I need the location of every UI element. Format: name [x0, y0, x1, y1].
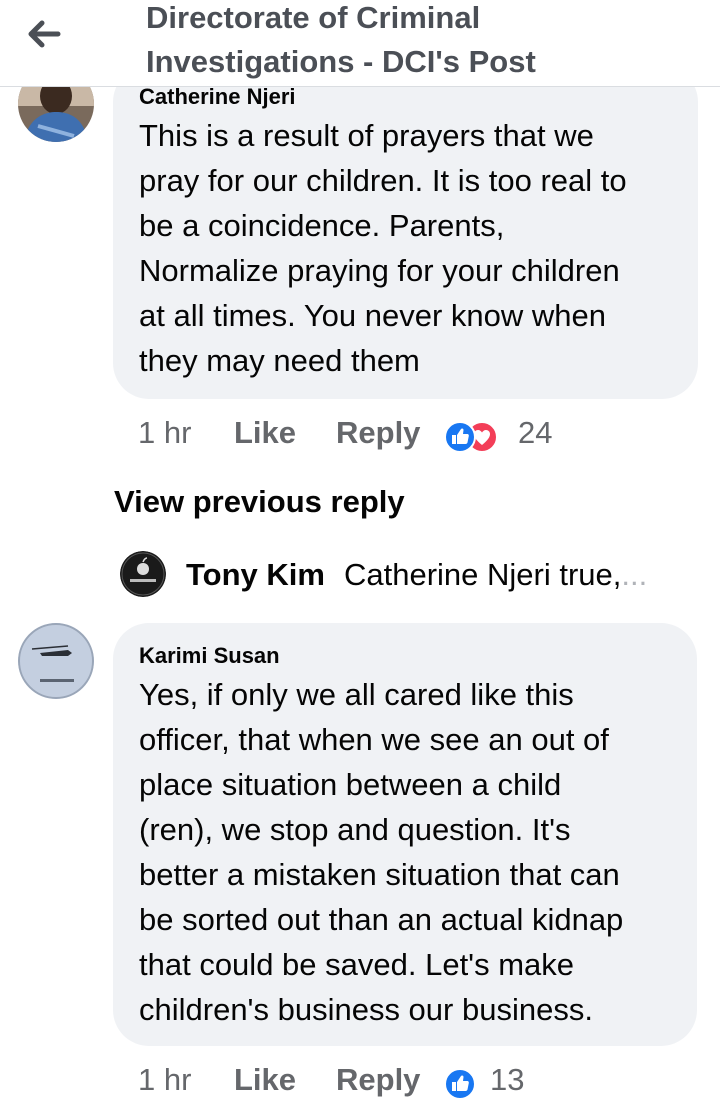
reply-button[interactable]: Reply	[336, 1062, 420, 1098]
like-reaction-icon	[444, 421, 476, 453]
like-button[interactable]: Like	[234, 1062, 296, 1098]
page-title: Directorate of Criminal Investigations -…	[146, 0, 666, 84]
page-title-line-2: Investigations - DCI's Post	[146, 44, 536, 79]
comment-author[interactable]: Karimi Susan	[139, 643, 280, 669]
like-button[interactable]: Like	[234, 415, 296, 451]
comment-line: pray for our children. It is too real to	[139, 163, 627, 198]
comment-line: This is a result of prayers that we	[139, 118, 594, 153]
arrow-left-icon	[28, 20, 61, 48]
comment-timestamp: 1 hr	[138, 1062, 192, 1097]
comment-line: that could be saved. Let's make	[139, 947, 575, 982]
reply-author[interactable]: Tony Kim	[186, 557, 325, 593]
reactions-summary[interactable]	[444, 421, 506, 453]
comment-bubble: Catherine Njeri This is a result of pray…	[113, 66, 698, 399]
comment-line: (ren), we stop and question. It's	[139, 812, 571, 847]
comment-line: Normalize praying for your children	[139, 253, 620, 288]
reply-ellipsis: ...	[621, 557, 648, 592]
back-button[interactable]	[22, 14, 66, 54]
comment-timestamp: 1 hr	[138, 415, 192, 450]
reply-preview[interactable]: Tony Kim Catherine Njeri true,...	[120, 549, 710, 599]
comment-line: better a mistaken situation that can	[139, 857, 620, 892]
comment-line: Yes, if only we all cared like this	[139, 677, 574, 712]
comment-line: officer, that when we see an out of	[139, 722, 609, 757]
comment-line: they may need them	[139, 343, 420, 378]
comment-line: children's business our business.	[139, 992, 593, 1027]
reply-button[interactable]: Reply	[336, 415, 420, 451]
avatar-karimi-susan[interactable]	[18, 623, 94, 699]
view-previous-reply-link[interactable]: View previous reply	[114, 484, 405, 520]
reaction-count[interactable]: 24	[518, 415, 552, 451]
top-bar: Directorate of Criminal Investigations -…	[0, 0, 720, 87]
page-title-line-1: Directorate of Criminal	[146, 0, 481, 35]
comment-text: This is a result of prayers that we pray…	[139, 113, 679, 383]
comment-bubble: Karimi Susan Yes, if only we all cared l…	[113, 623, 697, 1046]
avatar-tony-kim[interactable]	[120, 551, 166, 597]
reply-snippet: Catherine Njeri true,...	[344, 557, 647, 593]
comment-line: be sorted out than an actual kidnap	[139, 902, 624, 937]
comment-text: Yes, if only we all cared like this offi…	[139, 672, 679, 1032]
comment-line: be a coincidence. Parents,	[139, 208, 505, 243]
like-reaction-icon	[444, 1068, 476, 1100]
comment-line: place situation between a child	[139, 767, 562, 802]
reactions-summary[interactable]	[444, 1068, 478, 1100]
comment-actions: 1 hr Like Reply 24	[138, 415, 698, 455]
comment-author[interactable]: Catherine Njeri	[139, 84, 296, 110]
comment-line: at all times. You never know when	[139, 298, 606, 333]
reaction-count[interactable]: 13	[490, 1062, 524, 1098]
comment-actions: 1 hr Like Reply 13	[138, 1062, 698, 1102]
reply-snippet-text: Catherine Njeri true,	[344, 557, 622, 592]
